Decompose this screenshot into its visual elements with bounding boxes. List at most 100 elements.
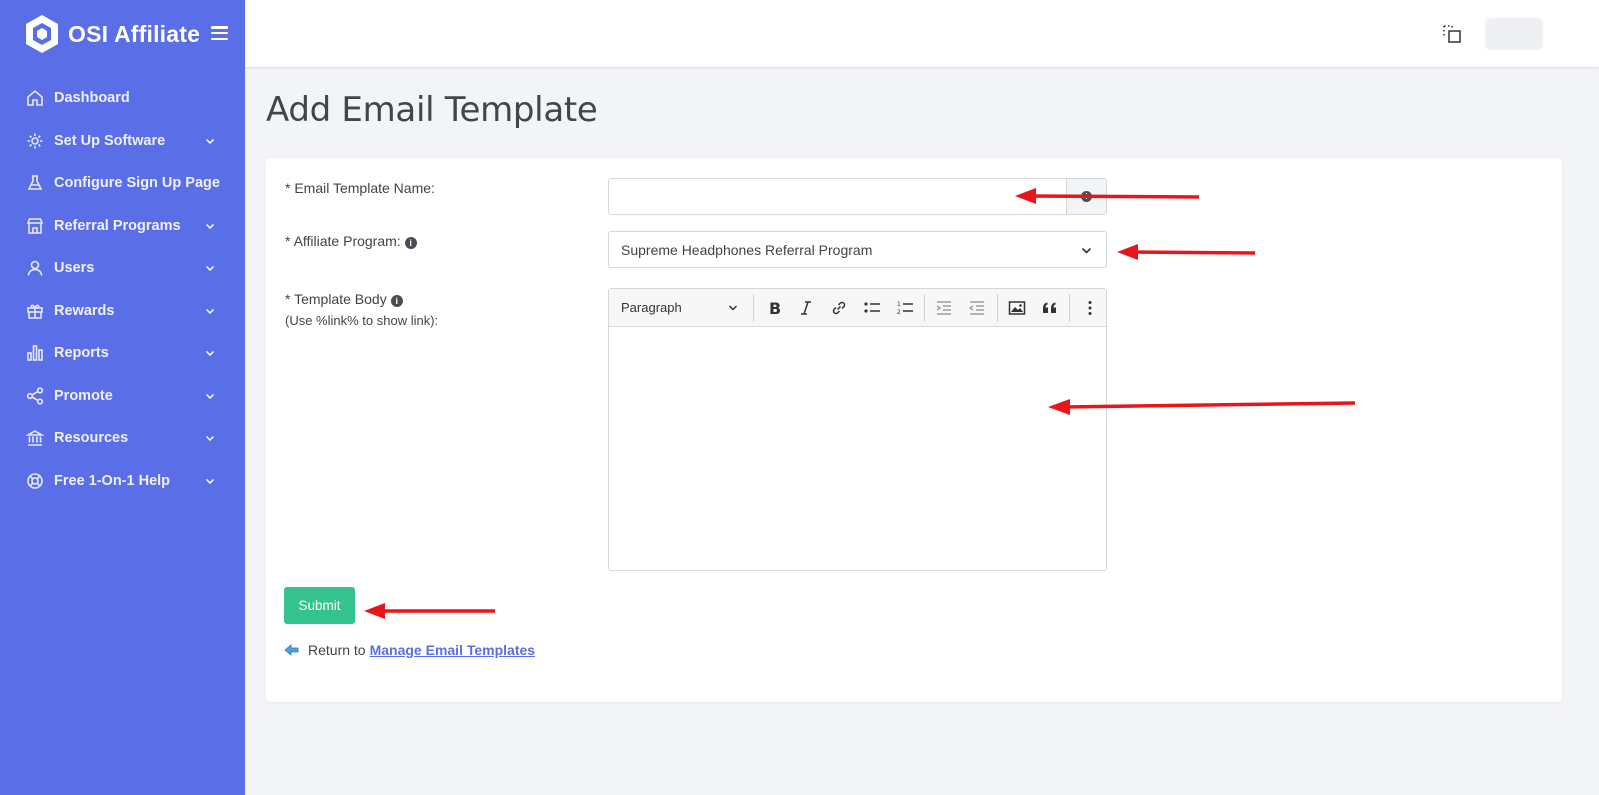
toolbar-divider <box>924 293 926 322</box>
more-options-button[interactable] <box>1073 289 1106 327</box>
sidebar-item-label: Referral Programs <box>54 217 181 234</box>
chevron-down-icon <box>205 223 215 229</box>
page-title: Add Email Template <box>266 90 598 130</box>
outdent-icon <box>968 300 985 315</box>
bold-button[interactable]: B <box>757 289 790 327</box>
return-text: Return to <box>308 642 366 658</box>
submit-button[interactable]: Submit <box>284 587 355 624</box>
chevron-down-icon <box>729 304 738 311</box>
indent-button[interactable] <box>928 289 961 327</box>
toolbar-divider <box>753 293 755 322</box>
form-card: * Email Template Name: i * Affiliate Pro… <box>266 158 1562 702</box>
share-icon <box>26 387 44 405</box>
logo-icon <box>26 15 58 53</box>
sidebar-item-dashboard[interactable]: Dashboard <box>0 77 245 120</box>
template-body-hint: (Use %link% to show link): <box>285 313 439 328</box>
manage-email-templates-link[interactable]: Manage Email Templates <box>370 642 535 658</box>
info-icon[interactable]: i <box>1081 191 1092 202</box>
gift-icon <box>26 302 44 320</box>
sidebar-item-label: Resources <box>54 430 129 447</box>
sidebar-item-label: Dashboard <box>54 90 130 107</box>
template-name-input[interactable] <box>609 179 1066 214</box>
user-icon <box>26 259 44 277</box>
sidebar-item-label: Users <box>54 260 95 277</box>
chevron-down-icon <box>205 436 215 442</box>
gear-icon <box>26 132 44 150</box>
chevron-down-icon <box>205 478 215 484</box>
blockquote-button[interactable] <box>1033 289 1066 327</box>
input-addon: i <box>1066 179 1106 214</box>
template-name-field: i <box>608 178 1107 215</box>
sidebar-item-label: Rewards <box>54 302 115 319</box>
chevron-down-icon <box>205 308 215 314</box>
chevron-down-icon <box>205 351 215 357</box>
bold-icon: B <box>769 299 781 317</box>
menu-toggle-icon[interactable] <box>211 26 228 40</box>
svg-text:2: 2 <box>897 309 901 316</box>
insert-image-button[interactable] <box>1001 289 1034 327</box>
affiliate-program-value: Supreme Headphones Referral Program <box>621 241 873 258</box>
bar-chart-icon <box>26 344 44 362</box>
italic-icon <box>801 300 812 315</box>
sidebar-nav: Dashboard Set Up Software Configure Sign… <box>0 77 245 502</box>
sidebar-item-promote[interactable]: Promote <box>0 375 245 418</box>
indent-icon <box>937 300 952 315</box>
numbered-list-button[interactable]: 12 <box>888 289 921 327</box>
sidebar-item-reports[interactable]: Reports <box>0 332 245 375</box>
link-icon <box>832 301 846 314</box>
store-icon <box>26 217 44 235</box>
sidebar-item-label: Free 1-On-1 Help <box>54 472 171 489</box>
block-format-dropdown[interactable]: Paragraph <box>609 289 750 327</box>
back-arrow-icon <box>284 644 299 656</box>
sidebar-item-set-up-software[interactable]: Set Up Software <box>0 120 245 163</box>
more-vertical-icon <box>1088 300 1092 315</box>
chevron-down-icon <box>205 393 215 399</box>
numbered-list-icon: 12 <box>897 301 913 316</box>
sidebar-item-label: Configure Sign Up Page <box>54 175 220 192</box>
block-format-value: Paragraph <box>621 300 682 315</box>
svg-text:B: B <box>769 299 781 317</box>
sidebar-item-resources[interactable]: Resources <box>0 417 245 460</box>
affiliate-program-label: * Affiliate Program: i <box>285 233 417 249</box>
sidebar-item-free-help[interactable]: Free 1-On-1 Help <box>0 460 245 503</box>
chevron-down-icon <box>1081 247 1092 254</box>
sidebar-item-label: Promote <box>54 387 113 404</box>
chevron-down-icon <box>205 266 215 272</box>
flask-icon <box>26 174 44 192</box>
sidebar-item-rewards[interactable]: Rewards <box>0 290 245 333</box>
editor-content-area[interactable] <box>609 327 1106 570</box>
sidebar-item-configure-sign-up-page[interactable]: Configure Sign Up Page <box>0 162 245 205</box>
brand[interactable]: OSI Affiliate <box>24 14 200 54</box>
info-icon[interactable]: i <box>404 237 417 249</box>
template-body-label: * Template Body i <box>285 291 403 307</box>
sidebar-item-label: Reports <box>54 345 109 362</box>
brand-name: OSI Affiliate <box>68 20 201 47</box>
bank-icon <box>26 429 44 447</box>
sidebar: OSI Affiliate Dashboard Set Up Software … <box>0 0 245 795</box>
return-row: Return to Manage Email Templates <box>284 642 535 658</box>
quote-icon <box>1042 302 1056 313</box>
bulleted-list-button[interactable] <box>856 289 889 327</box>
svg-text:1: 1 <box>897 301 901 308</box>
chevron-down-icon <box>205 138 215 144</box>
toolbar-divider <box>1069 293 1071 322</box>
lifebuoy-icon <box>26 472 44 490</box>
home-icon <box>26 89 44 107</box>
image-icon <box>1008 300 1026 315</box>
toolbar-divider <box>996 293 998 322</box>
outdent-button[interactable] <box>961 289 994 327</box>
user-avatar[interactable] <box>1485 18 1543 50</box>
sidebar-item-referral-programs[interactable]: Referral Programs <box>0 205 245 248</box>
info-icon[interactable]: i <box>390 295 403 307</box>
affiliate-program-select[interactable]: Supreme Headphones Referral Program <box>608 231 1107 268</box>
editor-toolbar: Paragraph B 12 <box>609 289 1106 327</box>
italic-button[interactable] <box>790 289 823 327</box>
fullscreen-icon[interactable] <box>1442 24 1462 44</box>
template-name-label: * Email Template Name: <box>285 180 435 196</box>
bulleted-list-icon <box>864 301 880 313</box>
rich-text-editor: Paragraph B 12 <box>608 288 1107 571</box>
sidebar-item-users[interactable]: Users <box>0 247 245 290</box>
sidebar-item-label: Set Up Software <box>54 132 166 149</box>
top-bar <box>245 0 1599 68</box>
link-button[interactable] <box>823 289 856 327</box>
